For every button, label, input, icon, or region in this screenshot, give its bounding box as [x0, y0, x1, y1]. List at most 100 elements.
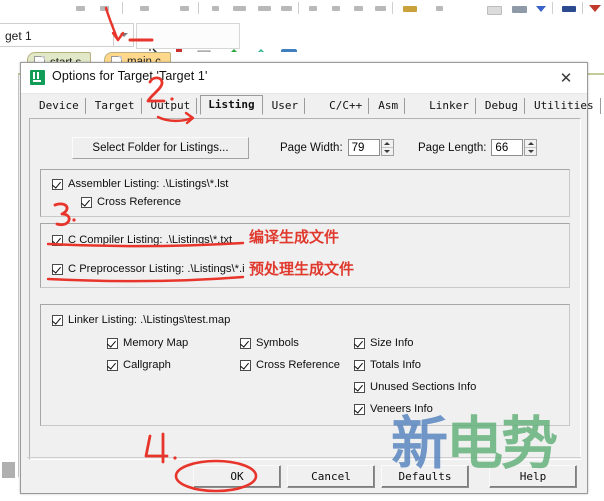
checkbox-assembler-listing[interactable]: Assembler Listing: .\Listings\*.lst [52, 178, 228, 190]
select-folder-label: Select Folder for Listings... [92, 142, 229, 154]
page-width-input[interactable]: 79 [347, 139, 380, 156]
cancel-button[interactable]: Cancel [287, 465, 375, 488]
checkbox-linker-cross-reference[interactable]: Cross Reference [240, 359, 340, 371]
annotation-preprocessor-note: 预处理生成文件 [249, 260, 355, 278]
dialog-separator [27, 457, 581, 458]
checkbox-label: Memory Map [123, 337, 189, 349]
checkbox-assembler-cross-reference[interactable]: Cross Reference [81, 196, 181, 208]
checkbox-icon[interactable] [81, 196, 92, 208]
checkbox-unused-sections-info[interactable]: Unused Sections Info [354, 381, 476, 393]
checkbox-icon[interactable] [354, 359, 365, 371]
chevron-down-icon [536, 6, 546, 12]
upper-toolbar-strip [0, 0, 604, 23]
tab-spacer [408, 105, 420, 108]
checkbox-c-preprocessor-listing[interactable]: C Preprocessor Listing: .\Listings\*.i [52, 263, 245, 275]
caret-down-icon [589, 5, 601, 12]
toolbar-ghost-icon [332, 6, 340, 11]
tab-c-cpp[interactable]: C/C++ [323, 98, 370, 114]
linker-listing-group: Linker Listing: .\Listings\test.map Memo… [40, 304, 570, 426]
checkbox-symbols[interactable]: Symbols [240, 337, 299, 349]
keil-uvision-icon [30, 70, 45, 85]
stepper-down-icon[interactable] [525, 148, 536, 155]
close-icon[interactable]: ✕ [549, 67, 583, 89]
toolbar-divider [122, 2, 123, 14]
main-toolbar: get 1 [0, 22, 604, 52]
toolbar-divider [582, 2, 583, 14]
checkbox-c-compiler-listing[interactable]: C Compiler Listing: .\Listings\*.txt [52, 234, 232, 246]
checkbox-icon[interactable] [52, 263, 63, 275]
scrollbar-thumb[interactable] [2, 462, 15, 478]
stepper-up-icon[interactable] [525, 140, 537, 148]
status-bar-cut [38, 492, 598, 501]
checkbox-totals-info[interactable]: Totals Info [354, 359, 421, 371]
target-select-value: get 1 [5, 29, 32, 43]
chevron-down-icon [119, 33, 128, 37]
dialog-title: Options for Target 'Target 1' [52, 69, 208, 83]
tab-debug[interactable]: Debug [479, 98, 525, 114]
toolbar-ghost-icon [375, 6, 386, 11]
checkbox-label: Totals Info [370, 359, 421, 371]
annotation-compiler-note: 编译生成文件 [249, 228, 340, 246]
checkbox-label: Cross Reference [256, 359, 340, 371]
toolbar-divider [552, 2, 553, 14]
tab-asm[interactable]: Asm [372, 98, 406, 114]
toolbar-ghost-icon [436, 6, 443, 11]
tab-spacer [308, 105, 320, 108]
page-width-label: Page Width: [280, 141, 343, 154]
target-select-dropdown-button[interactable] [113, 23, 134, 47]
checkbox-label: Size Info [370, 337, 414, 349]
checkbox-icon[interactable] [354, 381, 365, 393]
page-length-stepper[interactable] [524, 139, 538, 156]
page-width-field: Page Width: 79 [280, 139, 394, 156]
checkbox-veneers-info[interactable]: Veneers Info [354, 403, 433, 415]
checkbox-label: Callgraph [123, 359, 171, 371]
checkbox-icon[interactable] [240, 359, 251, 371]
toolbar-ghost-icon [562, 6, 576, 12]
checkbox-label: C Compiler Listing: .\Listings\*.txt [68, 234, 233, 246]
page-length-field: Page Length: 66 [418, 139, 538, 156]
toolbar-ghost-icon [309, 6, 317, 11]
checkbox-linker-listing[interactable]: Linker Listing: .\Listings\test.map [52, 314, 230, 326]
toolbar-ghost-icon [180, 6, 189, 11]
checkbox-label: Linker Listing: .\Listings\test.map [68, 314, 231, 326]
checkbox-icon[interactable] [240, 337, 251, 349]
dialog-title-bar: Options for Target 'Target 1' ✕ [21, 63, 587, 94]
checkbox-size-info[interactable]: Size Info [354, 337, 414, 349]
toolbar-ghost-icon [487, 6, 502, 15]
checkbox-label: Cross Reference [97, 196, 181, 208]
toolbar-ghost-icon [512, 6, 527, 13]
editor-left-gutter [0, 52, 19, 477]
page-width-stepper[interactable] [380, 139, 394, 156]
target-select[interactable]: get 1 [0, 23, 128, 47]
checkbox-callgraph[interactable]: Callgraph [107, 359, 171, 371]
tab-target[interactable]: Target [89, 98, 142, 114]
ok-button[interactable]: OK [193, 465, 281, 488]
checkbox-icon[interactable] [354, 337, 365, 349]
stepper-up-icon[interactable] [381, 140, 393, 148]
defaults-button[interactable]: Defaults [381, 465, 469, 488]
toolbar-divider [298, 2, 299, 14]
tab-utilities[interactable]: Utilities [528, 98, 601, 114]
toolbar-ghost-icon [354, 6, 363, 11]
select-folder-for-listings-button[interactable]: Select Folder for Listings... [72, 137, 249, 159]
tab-output[interactable]: Output [145, 98, 198, 114]
tab-device[interactable]: Device [33, 98, 86, 114]
tab-user[interactable]: User [266, 98, 306, 114]
page-length-input[interactable]: 66 [491, 139, 524, 156]
checkbox-icon[interactable] [354, 403, 365, 415]
checkbox-label: Symbols [256, 337, 299, 349]
checkbox-label: Unused Sections Info [370, 381, 477, 393]
toolbar-ghost-icon [233, 6, 246, 11]
stepper-down-icon[interactable] [382, 148, 393, 155]
tab-listing[interactable]: Listing [200, 95, 263, 115]
checkbox-icon[interactable] [52, 314, 63, 326]
checkbox-icon[interactable] [107, 359, 118, 371]
page-length-label: Page Length: [418, 141, 487, 154]
tab-linker[interactable]: Linker [423, 98, 476, 114]
help-button[interactable]: Help [489, 465, 577, 488]
checkbox-icon[interactable] [52, 178, 63, 190]
checkbox-memory-map[interactable]: Memory Map [107, 337, 188, 349]
checkbox-icon[interactable] [107, 337, 118, 349]
checkbox-icon[interactable] [52, 234, 63, 246]
toolbar-ghost-icon [100, 6, 109, 11]
